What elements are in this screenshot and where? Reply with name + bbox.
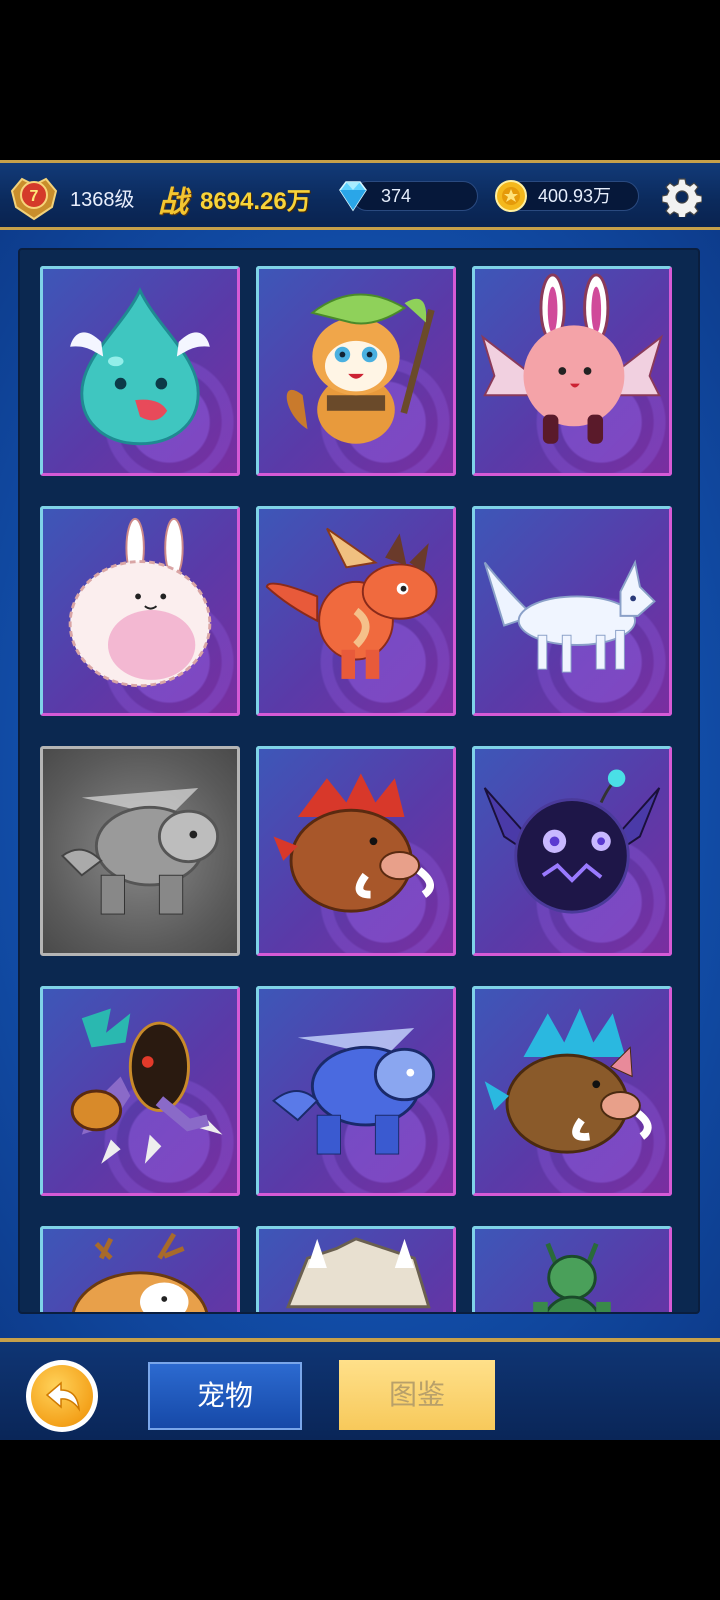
pet-card-locked-gray-beast[interactable]: [40, 746, 240, 956]
pet-card-red-dragon[interactable]: [256, 506, 456, 716]
rock-golem-icon: [285, 1237, 431, 1309]
pet-grid-panel[interactable]: [18, 248, 700, 1314]
diamond-count: 374: [381, 186, 412, 206]
pet-card-armored-mantis-beast[interactable]: [40, 986, 240, 1196]
pet-card-leaf-squirrel[interactable]: [256, 266, 456, 476]
tab-pets[interactable]: 宠物: [148, 1362, 302, 1430]
white-wolf-icon: [483, 559, 656, 673]
leaf-squirrel-icon: [286, 293, 435, 444]
top-status-bar: 7 1368级 战 8694.26万 374 400.93万: [0, 160, 720, 230]
pet-card-green-goblin[interactable]: [472, 1226, 672, 1312]
pet-card-rock-golem[interactable]: [256, 1226, 456, 1312]
antler-deer-creature-icon: [71, 1232, 209, 1312]
locked-gray-beast-icon: [60, 787, 220, 915]
battle-power-value: 8694.26万: [200, 188, 311, 215]
bottom-nav-bar: 宠物 图鉴: [0, 1338, 720, 1440]
pet-card-antler-deer-creature[interactable]: [40, 1226, 240, 1312]
battle-power-label: 战: [158, 185, 188, 220]
white-fluffy-rabbit-icon: [68, 517, 212, 688]
back-button[interactable]: [26, 1360, 98, 1432]
blue-wolf-beast-icon: [271, 1027, 436, 1155]
red-dragon-icon: [265, 527, 438, 679]
player-level: 1368级: [70, 189, 135, 211]
gold-count: 400.93万: [538, 186, 612, 206]
settings-gear-icon[interactable]: [662, 177, 702, 217]
pet-collection-stage: [0, 230, 720, 1338]
winged-pink-puff-icon: [480, 273, 664, 444]
dark-bat-orb-icon: [483, 769, 661, 914]
tab-codex[interactable]: 图鉴: [339, 1360, 495, 1430]
green-goblin-icon: [533, 1242, 611, 1312]
blue-mane-boar-icon: [484, 1008, 652, 1154]
gold-coin-icon: [495, 180, 527, 212]
pet-card-blue-mane-boar[interactable]: [472, 986, 672, 1196]
pet-card-dark-bat-orb[interactable]: [472, 746, 672, 956]
armored-mantis-beast-icon: [70, 1008, 223, 1164]
pet-card-red-mane-boar[interactable]: [256, 746, 456, 956]
vip-badge-icon[interactable]: 7: [6, 169, 62, 225]
pet-card-white-fluffy-rabbit[interactable]: [40, 506, 240, 716]
pet-card-blue-wolf-beast[interactable]: [256, 986, 456, 1196]
diamond-icon: [339, 181, 367, 212]
pet-card-white-wolf[interactable]: [472, 506, 672, 716]
vip-level-text: 7: [30, 188, 39, 205]
pet-card-winged-pink-puff[interactable]: [472, 266, 672, 476]
red-mane-boar-icon: [273, 773, 434, 913]
water-drop-spirit-icon: [70, 287, 210, 446]
pet-card-water-drop-spirit[interactable]: [40, 266, 240, 476]
back-arrow-icon: [45, 1381, 81, 1412]
